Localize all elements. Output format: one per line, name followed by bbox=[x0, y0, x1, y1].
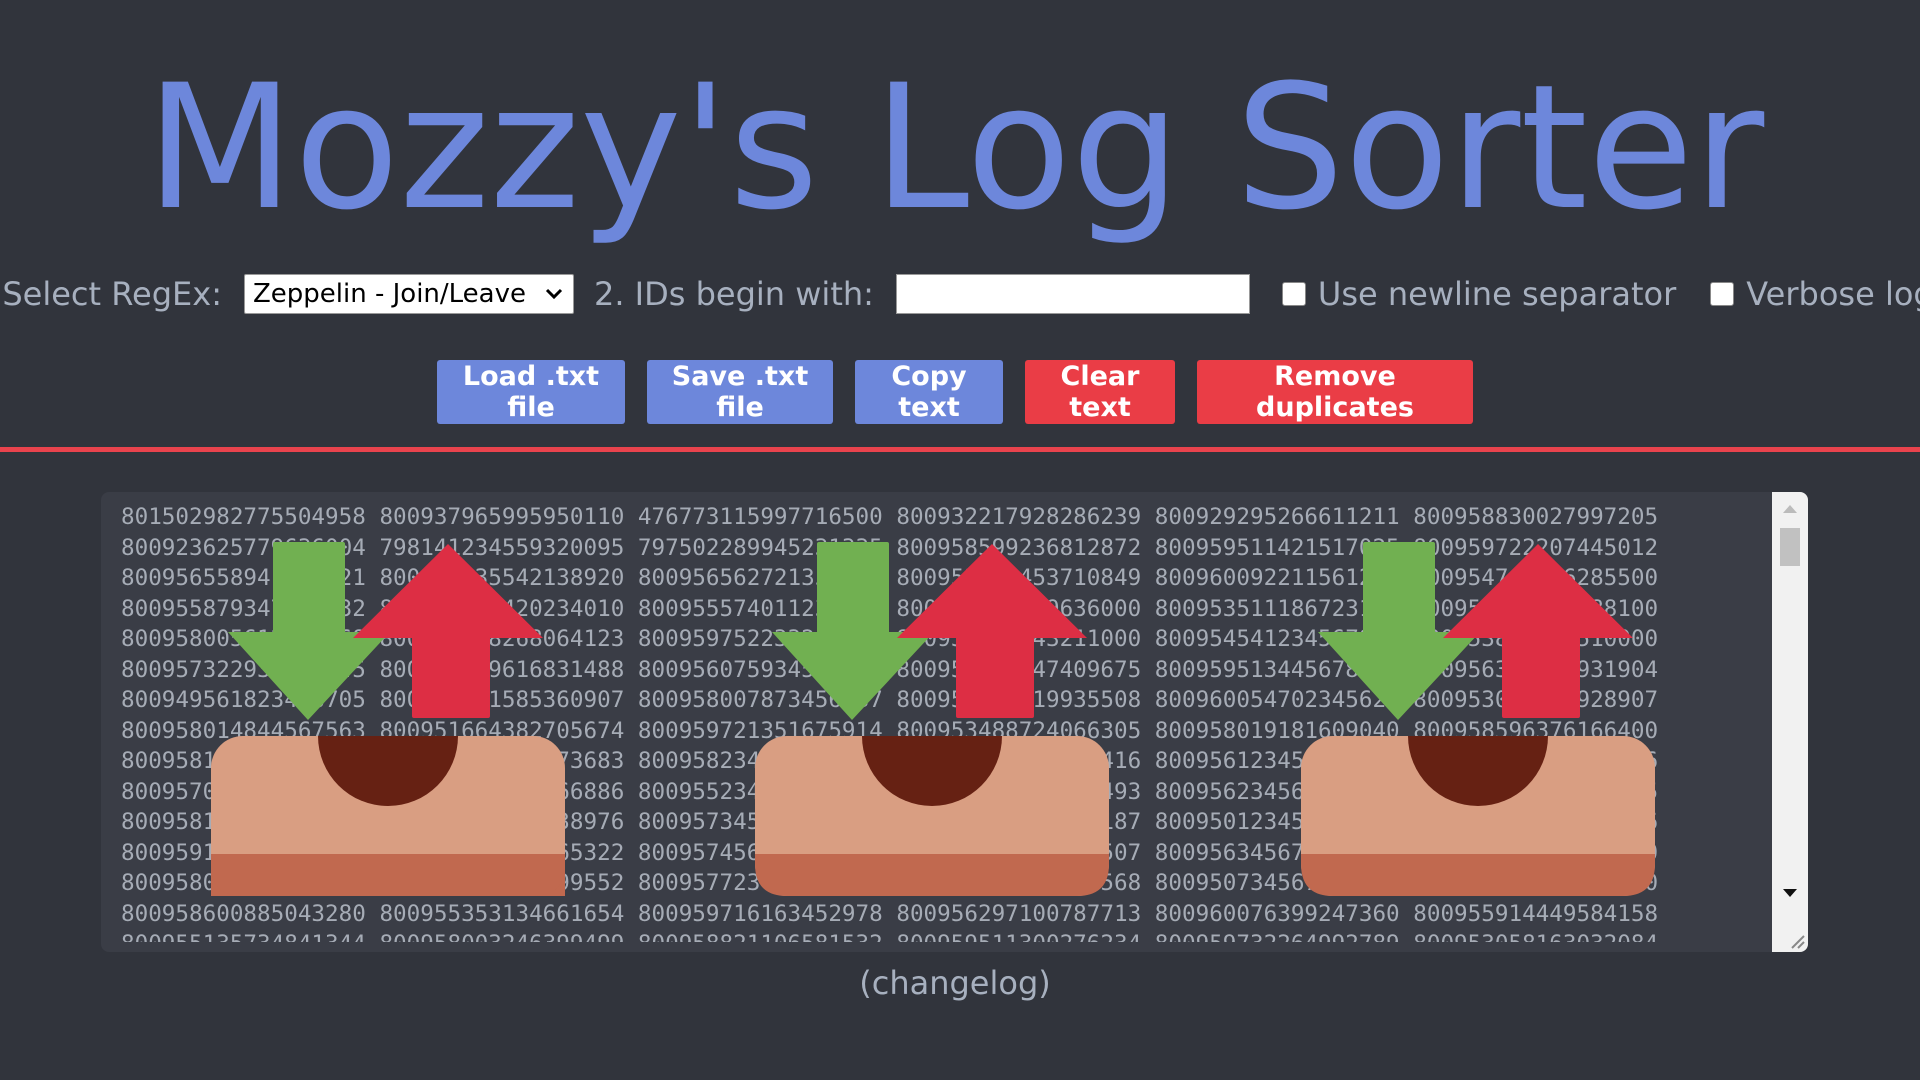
newline-separator-checkbox[interactable] bbox=[1281, 282, 1306, 306]
scroll-thumb[interactable] bbox=[1780, 528, 1800, 566]
inbox-tray-icon bbox=[1298, 540, 1658, 900]
action-buttons: Load .txt file Save .txt file Copy text … bbox=[0, 360, 1910, 424]
inbox-tray-icon bbox=[208, 540, 568, 900]
verbose-logs-label: Verbose logs bbox=[1746, 275, 1920, 313]
ids-begin-input[interactable] bbox=[895, 274, 1250, 314]
load-file-button[interactable]: Load .txt file bbox=[437, 360, 625, 424]
scroll-up-icon[interactable] bbox=[1772, 496, 1808, 524]
remove-duplicates-button[interactable]: Remove duplicates bbox=[1197, 360, 1473, 424]
scrollbar[interactable] bbox=[1772, 492, 1808, 952]
regex-label: . Select RegEx: bbox=[0, 275, 222, 313]
clear-text-button[interactable]: Clear text bbox=[1025, 360, 1175, 424]
newline-separator-option: Use newline separator bbox=[1281, 275, 1677, 313]
page-title: Mozzy's Log Sorter bbox=[145, 47, 1765, 248]
resize-grip-icon[interactable] bbox=[1786, 930, 1806, 950]
scroll-down-icon[interactable] bbox=[1772, 880, 1808, 908]
save-file-button[interactable]: Save .txt file bbox=[647, 360, 833, 424]
verbose-logs-option: Verbose logs bbox=[1710, 275, 1920, 313]
newline-separator-label: Use newline separator bbox=[1317, 275, 1677, 313]
chevron-down-icon bbox=[545, 284, 563, 305]
regex-select[interactable]: Zeppelin - Join/Leave bbox=[243, 274, 574, 314]
log-line: 800955135734841344 800958003246399499 80… bbox=[121, 929, 1771, 942]
controls-bar: . Select RegEx: Zeppelin - Join/Leave 2.… bbox=[0, 272, 1920, 316]
verbose-logs-checkbox[interactable] bbox=[1710, 282, 1735, 306]
copy-text-button[interactable]: Copy text bbox=[855, 360, 1003, 424]
log-line: 800958600885043280 800955353134661654 80… bbox=[121, 900, 1659, 927]
ids-label: 2. IDs begin with: bbox=[593, 275, 874, 313]
changelog-link[interactable]: (changelog) bbox=[0, 964, 1910, 1002]
regex-selected-value: Zeppelin - Join/Leave bbox=[252, 279, 526, 309]
page: Mozzy's Log Sorter . Select RegEx: Zeppe… bbox=[0, 0, 1920, 1080]
log-line: 801502982775504958 800937965995950110 47… bbox=[121, 504, 1659, 530]
section-divider bbox=[0, 447, 1920, 452]
inbox-tray-icon bbox=[752, 540, 1112, 900]
